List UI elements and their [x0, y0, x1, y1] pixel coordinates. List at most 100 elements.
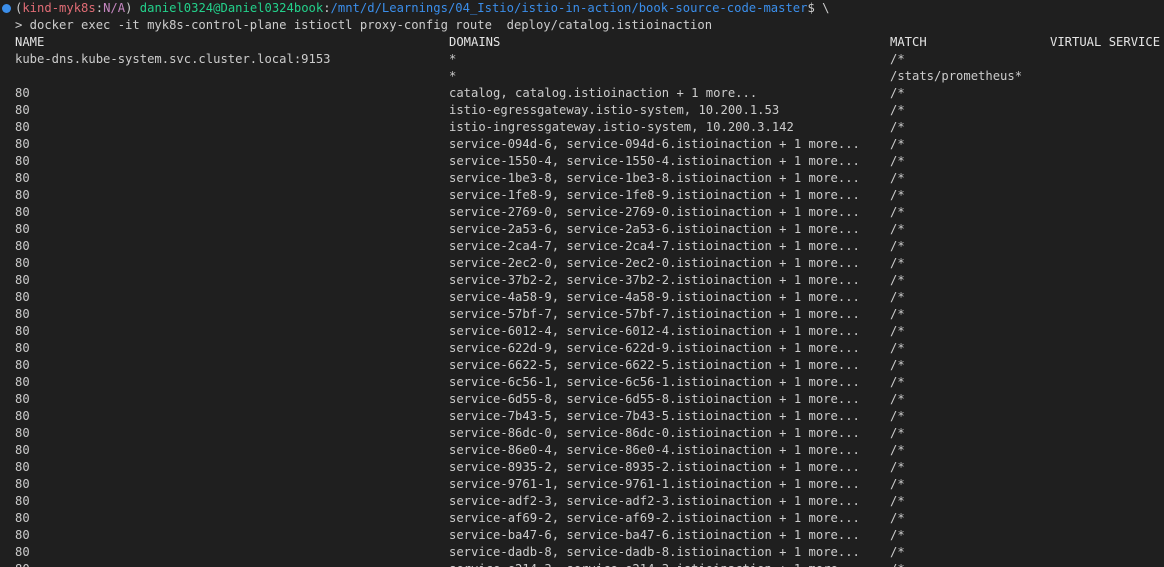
- table-row: 80 service-6012-4, service-6012-4.istioin…: [0, 323, 1164, 340]
- terminal-panel[interactable]: (kind-myk8s:N/A) daniel0324@Daniel0324bo…: [0, 0, 1164, 567]
- row-match: /stats/prometheus*: [890, 69, 1023, 83]
- table-row: 80 service-adf2-3, service-adf2-3.istioin…: [0, 493, 1164, 510]
- row-match: /*: [890, 341, 905, 355]
- row-name: 80: [15, 290, 30, 304]
- row-domains: service-622d-9, service-622d-9.istioinac…: [449, 341, 860, 355]
- prompt-line: (kind-myk8s:N/A) daniel0324@Daniel0324bo…: [0, 0, 830, 17]
- row-domains: service-6622-5, service-6622-5.istioinac…: [449, 358, 860, 372]
- prompt-close-paren: ): [125, 1, 133, 15]
- table-row: 80 service-2769-0, service-2769-0.istioin…: [0, 204, 1164, 221]
- table-row: 80 service-9761-1, service-9761-1.istioin…: [0, 476, 1164, 493]
- header-name: NAME: [15, 35, 45, 49]
- table-row: 80 service-094d-6, service-094d-6.istioin…: [0, 136, 1164, 153]
- row-match: /*: [890, 222, 905, 236]
- header-match: MATCH: [890, 35, 927, 49]
- row-name: 80: [15, 545, 30, 559]
- table-row: 80 service-2a53-6, service-2a53-6.istioin…: [0, 221, 1164, 238]
- row-name: kube-dns.kube-system.svc.cluster.local:9…: [15, 52, 331, 66]
- row-match: /*: [890, 120, 905, 134]
- row-domains: service-86e0-4, service-86e0-4.istioinac…: [449, 443, 860, 457]
- prompt-namespace: N/A: [103, 1, 126, 15]
- table-row: 80 service-2ec2-0, service-2ec2-0.istioin…: [0, 255, 1164, 272]
- table-header: NAME DOMAINS MATCH VIRTUAL SERVICE: [0, 34, 1164, 51]
- row-name: 80: [15, 205, 30, 219]
- row-match: /*: [890, 324, 905, 338]
- table-row: 80 service-e214-3, service-e214-3.istioin…: [0, 561, 1164, 567]
- row-domains: service-6d55-8, service-6d55-8.istioinac…: [449, 392, 860, 406]
- table-row: 80 service-8935-2, service-8935-2.istioin…: [0, 459, 1164, 476]
- row-name: 80: [15, 460, 30, 474]
- row-match: /*: [890, 171, 905, 185]
- table-row: * /stats/prometheus*: [0, 68, 1164, 85]
- row-domains: istio-egressgateway.istio-system, 10.200…: [449, 103, 780, 117]
- row-domains: service-dadb-8, service-dadb-8.istioinac…: [449, 545, 860, 559]
- row-name: 80: [15, 375, 30, 389]
- row-match: /*: [890, 307, 905, 321]
- table-row: 80 service-ba47-6, service-ba47-6.istioin…: [0, 527, 1164, 544]
- row-name: 80: [15, 120, 30, 134]
- row-domains: *: [449, 69, 457, 83]
- row-domains: service-1550-4, service-1550-4.istioinac…: [449, 154, 860, 168]
- header-virtual-service: VIRTUAL SERVICE: [1050, 35, 1161, 49]
- row-match: /*: [890, 256, 905, 270]
- header-domains: DOMAINS: [449, 35, 501, 49]
- row-match: /*: [890, 239, 905, 253]
- row-name: 80: [15, 443, 30, 457]
- row-match: /*: [890, 205, 905, 219]
- row-match: /*: [890, 426, 905, 440]
- row-domains: service-1be3-8, service-1be3-8.istioinac…: [449, 171, 860, 185]
- prompt-cluster: myk8s: [59, 1, 96, 15]
- row-match: /*: [890, 375, 905, 389]
- row-match: /*: [890, 188, 905, 202]
- row-name: 80: [15, 409, 30, 423]
- row-match: /*: [890, 86, 905, 100]
- prompt-colon: :: [323, 1, 331, 15]
- row-name: 80: [15, 154, 30, 168]
- prompt-path: /mnt/d/Learnings/04_Istio/istio-in-actio…: [330, 1, 808, 15]
- row-match: /*: [890, 358, 905, 372]
- table-row: 80 service-86dc-0, service-86dc-0.istioin…: [0, 425, 1164, 442]
- table-row: 80 service-6c56-1, service-6c56-1.istioin…: [0, 374, 1164, 391]
- row-domains: service-7b43-5, service-7b43-5.istioinac…: [449, 409, 860, 423]
- row-domains: service-2ca4-7, service-2ca4-7.istioinac…: [449, 239, 860, 253]
- row-match: /*: [890, 561, 905, 567]
- table-row: 80 istio-egressgateway.istio-system, 10.2…: [0, 102, 1164, 119]
- command-text: > docker exec -it myk8s-control-plane is…: [15, 18, 713, 32]
- table-row: 80 service-1be3-8, service-1be3-8.istioin…: [0, 170, 1164, 187]
- row-domains: service-1fe8-9, service-1fe8-9.istioinac…: [449, 188, 860, 202]
- row-name: 80: [15, 477, 30, 491]
- table-row: 80 istio-ingressgateway.istio-system, 10.…: [0, 119, 1164, 136]
- table-row: 80 service-86e0-4, service-86e0-4.istioin…: [0, 442, 1164, 459]
- row-name: 80: [15, 528, 30, 542]
- table-row: 80 service-6622-5, service-6622-5.istioin…: [0, 357, 1164, 374]
- row-domains: catalog, catalog.istioinaction + 1 more.…: [449, 86, 758, 100]
- row-name: 80: [15, 561, 30, 567]
- row-name: 80: [15, 392, 30, 406]
- row-domains: service-6012-4, service-6012-4.istioinac…: [449, 324, 860, 338]
- row-name: 80: [15, 358, 30, 372]
- row-domains: service-af69-2, service-af69-2.istioinac…: [449, 511, 860, 525]
- row-name: 80: [15, 511, 30, 525]
- row-match: /*: [890, 545, 905, 559]
- row-domains: service-86dc-0, service-86dc-0.istioinac…: [449, 426, 860, 440]
- row-domains: service-57bf-7, service-57bf-7.istioinac…: [449, 307, 860, 321]
- row-match: /*: [890, 443, 905, 457]
- row-match: /*: [890, 494, 905, 508]
- prompt-separator: :: [95, 1, 104, 15]
- row-domains: service-ba47-6, service-ba47-6.istioinac…: [449, 528, 860, 542]
- table-row: 80 service-af69-2, service-af69-2.istioin…: [0, 510, 1164, 527]
- table-row: 80 service-dadb-8, service-dadb-8.istioin…: [0, 544, 1164, 561]
- row-domains: service-6c56-1, service-6c56-1.istioinac…: [449, 375, 860, 389]
- row-domains: service-8935-2, service-8935-2.istioinac…: [449, 460, 860, 474]
- row-domains: service-094d-6, service-094d-6.istioinac…: [449, 137, 860, 151]
- row-name: 80: [15, 188, 30, 202]
- row-domains: *: [449, 52, 457, 66]
- table-row: 80 service-2ca4-7, service-2ca4-7.istioin…: [0, 238, 1164, 255]
- row-name: 80: [15, 239, 30, 253]
- row-domains: service-9761-1, service-9761-1.istioinac…: [449, 477, 860, 491]
- command-status-dot-icon[interactable]: [2, 4, 11, 13]
- row-match: /*: [890, 460, 905, 474]
- row-domains: service-37b2-2, service-37b2-2.istioinac…: [449, 273, 860, 287]
- row-match: /*: [890, 154, 905, 168]
- row-name: 80: [15, 171, 30, 185]
